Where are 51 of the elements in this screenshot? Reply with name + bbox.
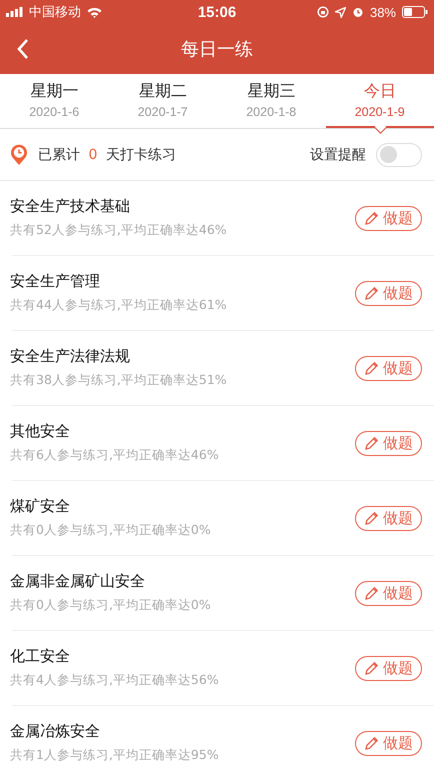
- subject-title: 化工安全: [10, 647, 71, 666]
- subject-stats: 共有0人参与练习,平均正确率达0%: [10, 597, 212, 614]
- location-arrow-icon: [334, 6, 346, 18]
- practice-button[interactable]: 做题: [355, 280, 422, 306]
- pencil-icon: [364, 285, 380, 301]
- practice-button[interactable]: 做题: [355, 206, 422, 230]
- day-tab[interactable]: 星期二 2020-1-7: [108, 74, 217, 128]
- reminder-label: 设置提醒: [310, 146, 366, 164]
- subject-title: 安全生产技术基础: [10, 197, 131, 216]
- alarm-icon: [352, 6, 364, 18]
- subject-stats: 共有38人参与练习,平均正确率达51%: [10, 372, 228, 389]
- back-icon: [16, 38, 29, 60]
- subject-title: 其他安全: [10, 422, 71, 441]
- pencil-icon: [364, 735, 380, 751]
- page-title: 每日一练: [181, 38, 253, 61]
- subject-title: 安全生产法律法规: [10, 347, 131, 366]
- streak-text: 已累计 0 天打卡练习: [38, 146, 177, 164]
- pencil-icon: [364, 435, 380, 451]
- subject-stats: 共有52人参与练习,平均正确率达46%: [10, 222, 228, 239]
- pencil-icon: [364, 210, 380, 226]
- subject-stats: 共有0人参与练习,平均正确率达0%: [10, 522, 212, 539]
- day-tab[interactable]: 星期一 2020-1-6: [0, 74, 108, 128]
- reminder-toggle[interactable]: [376, 142, 422, 166]
- subject-title: 煤矿安全: [10, 497, 71, 516]
- clock-pin-icon: [10, 144, 28, 166]
- battery-percent: 38%: [370, 4, 396, 20]
- subject-stats: 共有1人参与练习,平均正确率达95%: [10, 747, 220, 764]
- day-tab[interactable]: 今日 2020-1-9: [326, 74, 434, 128]
- practice-button[interactable]: 做题: [355, 430, 422, 456]
- signal-icon: [6, 7, 23, 17]
- subject-title: 金属冶炼安全: [10, 722, 101, 741]
- wifi-icon: [87, 6, 102, 18]
- subject-title: 安全生产管理: [10, 272, 101, 291]
- practice-button[interactable]: 做题: [355, 656, 422, 680]
- clock-time: 15:06: [198, 4, 236, 20]
- practice-button[interactable]: 做题: [355, 356, 422, 380]
- battery-icon: [402, 6, 428, 18]
- subject-stats: 共有4人参与练习,平均正确率达56%: [10, 672, 220, 689]
- pencil-icon: [364, 360, 380, 376]
- pencil-icon: [364, 660, 380, 676]
- practice-button[interactable]: 做题: [355, 730, 422, 756]
- subject-title: 金属非金属矿山安全: [10, 572, 146, 591]
- pencil-icon: [364, 585, 380, 601]
- practice-button[interactable]: 做题: [355, 580, 422, 606]
- subject-stats: 共有6人参与练习,平均正确率达46%: [10, 447, 220, 464]
- pencil-icon: [364, 510, 380, 526]
- carrier-name: 中国移动: [29, 3, 81, 21]
- rotation-lock-icon: [316, 6, 329, 18]
- subject-stats: 共有44人参与练习,平均正确率达61%: [10, 297, 228, 314]
- day-tab[interactable]: 星期三 2020-1-8: [217, 74, 326, 128]
- practice-button[interactable]: 做题: [355, 506, 422, 530]
